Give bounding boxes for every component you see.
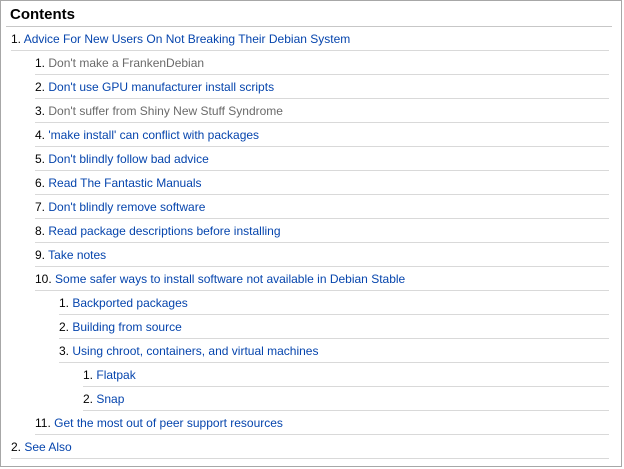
toc-item-number: 1.: [35, 56, 46, 70]
toc-item-link[interactable]: 'make install' can conflict with package…: [48, 128, 259, 142]
toc-item-link[interactable]: Take notes: [48, 248, 106, 262]
toc-item-number: 11.: [35, 416, 51, 430]
toc-item-9: 8. Read package descriptions before inst…: [35, 219, 609, 243]
toc-item-link[interactable]: Snap: [96, 392, 124, 406]
toc-item-2: 1. Don't make a FrankenDebian: [35, 51, 609, 75]
toc-item-17: 11. Get the most out of peer support res…: [35, 411, 609, 435]
toc-item-number: 6.: [35, 176, 46, 190]
toc-item-5: 4. 'make install' can conflict with pack…: [35, 123, 609, 147]
toc-item-link[interactable]: Don't use GPU manufacturer install scrip…: [48, 80, 274, 94]
toc-item-link[interactable]: Read The Fantastic Manuals: [48, 176, 201, 190]
toc-item-link[interactable]: Don't blindly follow bad advice: [48, 152, 208, 166]
toc-item-6: 5. Don't blindly follow bad advice: [35, 147, 609, 171]
toc-item-link[interactable]: Building from source: [72, 320, 181, 334]
toc-item-10: 9. Take notes: [35, 243, 609, 267]
toc-item-number: 3.: [59, 344, 70, 358]
toc-item-number: 10.: [35, 272, 52, 286]
toc-item-number: 5.: [35, 152, 46, 166]
toc-item-link[interactable]: Some safer ways to install software not …: [55, 272, 405, 286]
toc-item-14: 3. Using chroot, containers, and virtual…: [59, 339, 609, 363]
toc-item-link[interactable]: Don't blindly remove software: [48, 200, 205, 214]
toc-title: Contents: [10, 6, 75, 23]
toc-item-number: 9.: [35, 248, 46, 262]
toc-item-4: 3. Don't suffer from Shiny New Stuff Syn…: [35, 99, 609, 123]
toc-item-number: 4.: [35, 128, 46, 142]
toc-item-number: 3.: [35, 104, 46, 118]
toc-item-11: 10. Some safer ways to install software …: [35, 267, 609, 291]
toc-item-18: 2. See Also: [11, 435, 609, 459]
toc-item-3: 2. Don't use GPU manufacturer install sc…: [35, 75, 609, 99]
toc-item-12: 1. Backported packages: [59, 291, 609, 315]
table-of-contents: Contents 1. Advice For New Users On Not …: [0, 0, 622, 467]
toc-item-number: 2.: [83, 392, 94, 406]
toc-item-number: 2.: [11, 440, 22, 454]
toc-item-link[interactable]: Using chroot, containers, and virtual ma…: [72, 344, 318, 358]
toc-item-link[interactable]: See Also: [24, 440, 71, 454]
toc-item-link[interactable]: Read package descriptions before install…: [48, 224, 280, 238]
toc-item-link[interactable]: Don't make a FrankenDebian: [48, 56, 204, 70]
toc-item-link[interactable]: Backported packages: [72, 296, 187, 310]
toc-item-number: 2.: [59, 320, 70, 334]
toc-item-number: 2.: [35, 80, 46, 94]
toc-item-13: 2. Building from source: [59, 315, 609, 339]
toc-item-7: 6. Read The Fantastic Manuals: [35, 171, 609, 195]
toc-item-link[interactable]: Don't suffer from Shiny New Stuff Syndro…: [48, 104, 283, 118]
toc-item-link[interactable]: Flatpak: [96, 368, 135, 382]
toc-item-number: 7.: [35, 200, 46, 214]
toc-item-number: 1.: [83, 368, 94, 382]
toc-item-8: 7. Don't blindly remove software: [35, 195, 609, 219]
toc-item-1: 1. Advice For New Users On Not Breaking …: [11, 27, 609, 51]
toc-item-number: 1.: [59, 296, 70, 310]
toc-item-link[interactable]: Advice For New Users On Not Breaking The…: [24, 32, 351, 46]
toc-item-16: 2. Snap: [83, 387, 609, 411]
toc-item-number: 1.: [11, 32, 22, 46]
toc-item-15: 1. Flatpak: [83, 363, 609, 387]
toc-item-link[interactable]: Get the most out of peer support resourc…: [54, 416, 283, 430]
toc-item-number: 8.: [35, 224, 46, 238]
